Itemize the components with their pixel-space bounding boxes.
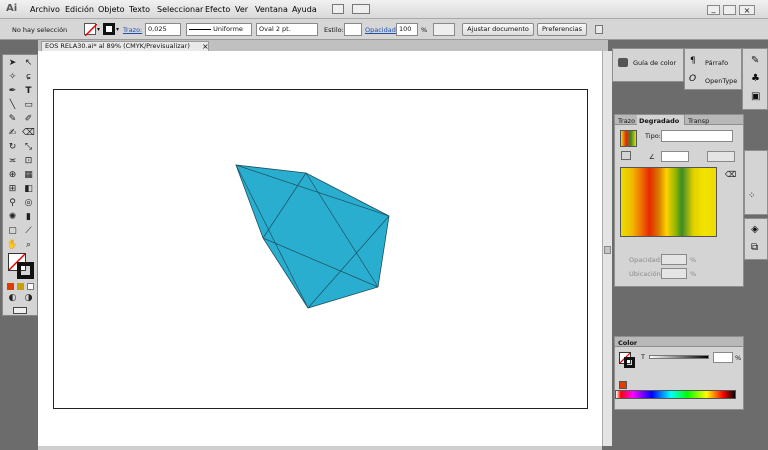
- gradient-opacity-pct: %: [690, 256, 697, 264]
- tab-transparency[interactable]: Transp: [688, 117, 709, 125]
- cyan-polygon-shape[interactable]: [235, 164, 390, 309]
- side-icons-panel: ✎ ♣ ▣: [742, 48, 768, 110]
- scroll-thumb[interactable]: [604, 246, 611, 254]
- paragraph-icon: ¶: [690, 56, 696, 66]
- tab-stroke[interactable]: Trazo: [618, 117, 635, 125]
- gradient-panel-tabs: Trazo Degradado Transp: [615, 115, 743, 125]
- horizontal-scrollbar[interactable]: [38, 446, 602, 450]
- paragraph-label[interactable]: Párrafo: [705, 59, 728, 67]
- angle-field[interactable]: [661, 151, 689, 162]
- gradient-opacity-field[interactable]: [661, 254, 687, 265]
- angle-icon: ∠: [649, 153, 655, 161]
- gradient-thumbnail[interactable]: [620, 130, 637, 147]
- out-of-gamut-swatch[interactable]: [619, 381, 627, 389]
- tint-field[interactable]: [713, 352, 733, 363]
- gradient-panel: Trazo Degradado Transp Tipo: ∠ ⌫ Opacida…: [614, 114, 744, 287]
- gradient-type-label: Tipo:: [645, 132, 661, 140]
- gradient-location-label: Ubicación:: [629, 270, 663, 278]
- color-panel: Color T %: [614, 336, 744, 410]
- gradient-type-select[interactable]: [661, 130, 733, 142]
- reference-point-icon[interactable]: ⁘: [748, 191, 756, 201]
- artboards-icon[interactable]: ⧉: [751, 242, 758, 253]
- tint-label: T: [641, 353, 645, 361]
- layers-icon[interactable]: ◈: [751, 224, 759, 235]
- brushes-icon[interactable]: ✎: [751, 55, 759, 66]
- gradient-slider-preview[interactable]: [620, 167, 717, 237]
- hidden-transform-panel: ⁘: [744, 150, 768, 215]
- tint-slider[interactable]: [649, 355, 709, 359]
- symbols-icon[interactable]: ♣: [751, 73, 760, 84]
- color-panel-title: Color: [618, 339, 638, 347]
- gradient-location-pct: %: [690, 270, 697, 278]
- paragraph-opentype-panel[interactable]: ¶ Párrafo O OpenType: [684, 48, 742, 90]
- gradient-location-field[interactable]: [661, 268, 687, 279]
- tab-gradient[interactable]: Degradado: [639, 117, 679, 125]
- color-guide-icon: [618, 58, 628, 67]
- vertical-scrollbar[interactable]: [602, 51, 612, 446]
- color-spectrum-bar[interactable]: [615, 390, 736, 399]
- gradient-opacity-label: Opacidad:: [629, 256, 663, 264]
- layers-side-panel: ◈ ⧉: [744, 218, 768, 260]
- opentype-label[interactable]: OpenType: [705, 77, 737, 85]
- aspect-ratio-field[interactable]: [707, 151, 735, 162]
- color-guide-panel[interactable]: Guía de color: [612, 48, 684, 82]
- color-panel-header: Color: [615, 337, 743, 347]
- reverse-gradient-icon[interactable]: [621, 151, 631, 160]
- color-guide-label: Guía de color: [633, 59, 677, 67]
- tint-pct: %: [735, 354, 742, 362]
- graphic-styles-icon[interactable]: ▣: [751, 91, 760, 102]
- trash-icon[interactable]: ⌫: [725, 170, 736, 179]
- opentype-icon: O: [689, 74, 697, 84]
- color-stroke-icon[interactable]: [624, 357, 635, 368]
